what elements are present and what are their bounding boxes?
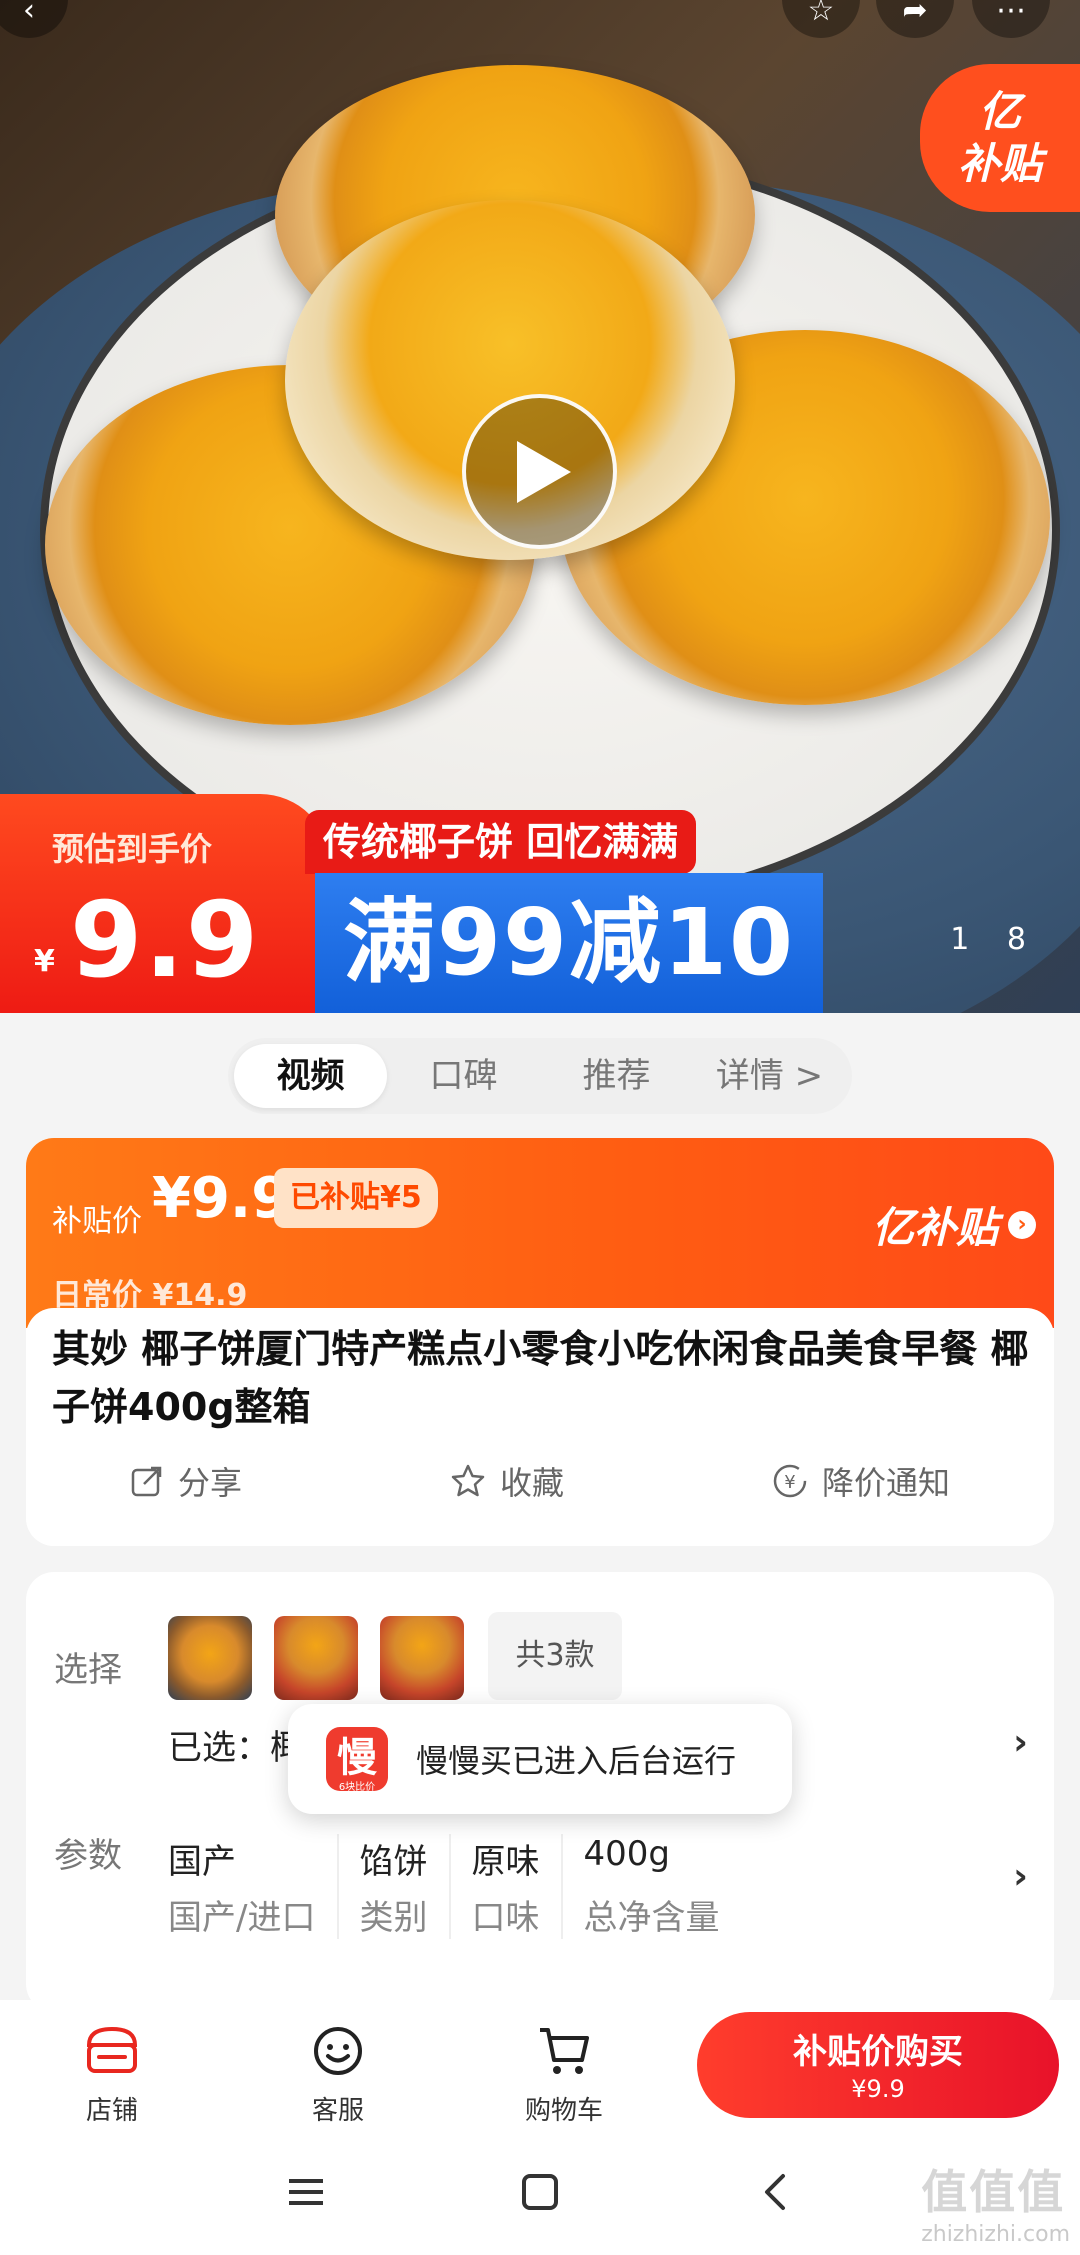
background-run-toast: 慢 6块比价 慢慢买已进入后台运行	[288, 1704, 792, 1814]
cart-button[interactable]: 购物车	[494, 2018, 634, 2127]
estimate-price: 9.9	[70, 879, 261, 1001]
store-label: 店铺	[85, 2096, 138, 2126]
buy-price: ¥9.9	[851, 2075, 905, 2103]
svg-text:¥: ¥	[784, 1472, 795, 1493]
variant-thumb-1[interactable]	[168, 1616, 252, 1700]
service-smile-icon	[314, 2027, 362, 2075]
home-icon[interactable]	[520, 2172, 560, 2212]
product-hero-image[interactable]: ‹ ☆ ➦ ⋯ 亿 补贴 预估到手价 ¥ 9.9 传统椰子饼 回忆满满 满99减…	[0, 0, 1080, 1013]
tab-details[interactable]: 详情 >	[693, 1044, 846, 1108]
star-icon[interactable]: ☆	[782, 0, 860, 38]
param-item: 国产 国产/进口	[168, 1834, 340, 1939]
estimate-currency: ¥	[34, 944, 55, 979]
image-counter: 1 8	[950, 922, 1040, 957]
watermark-mark: 值值值	[921, 2165, 1066, 2219]
param-value: 400g	[583, 1834, 670, 1874]
selected-label: 已选：椰	[168, 1728, 304, 1768]
store-icon	[86, 2026, 138, 2073]
play-video-button[interactable]	[462, 394, 617, 549]
back-icon[interactable]	[756, 2172, 796, 2212]
back-icon[interactable]: ‹	[0, 0, 68, 38]
subsidy-price: ¥9.9	[152, 1166, 291, 1231]
tab-recommend[interactable]: 推荐	[540, 1044, 693, 1108]
subsidy-badge: 亿 补贴	[920, 64, 1080, 212]
app-icon-caption: 6块比价	[338, 1782, 376, 1793]
play-icon	[516, 440, 571, 503]
select-label: 选择	[54, 1650, 122, 1690]
app-icon-char: 慢	[337, 1735, 377, 1781]
param-item: 400g 总净含量	[583, 1834, 741, 1939]
variant-thumb-3[interactable]	[380, 1616, 464, 1700]
share-icon[interactable]: ➦	[876, 0, 954, 38]
tab-video[interactable]: 视频	[234, 1044, 387, 1108]
service-label: 客服	[311, 2096, 364, 2126]
toast-message: 慢慢买已进入后台运行	[416, 1742, 737, 1780]
promo-banner: 满99减10	[315, 873, 823, 1013]
cart-label: 购物车	[524, 2096, 603, 2126]
buy-button[interactable]: 补贴价购买 ¥9.9	[697, 2012, 1059, 2118]
param-key: 国产/进口	[168, 1898, 316, 1938]
param-value: 馅饼	[359, 1842, 428, 1882]
section-tabs: 视频 口碑 推荐 详情 >	[228, 1038, 852, 1114]
chevron-right-icon[interactable]: ›	[1013, 1856, 1028, 1897]
program-logo: 亿补贴	[871, 1203, 998, 1252]
price-alert-icon: ¥	[773, 1464, 807, 1498]
system-navigation-bar: 值值值 zhizhizhi.com	[0, 2150, 1080, 2255]
share-button[interactable]: 分享	[130, 1458, 242, 1504]
chevron-right-icon: ›	[1008, 1210, 1036, 1239]
favorite-label: 收藏	[499, 1464, 564, 1502]
estimated-price-tag: 预估到手价 ¥ 9.9	[0, 794, 330, 1013]
slogan-banner: 传统椰子饼 回忆满满	[305, 810, 697, 874]
product-title: 其妙 椰子饼厦门特产糕点小零食小吃休闲食品美食早餐 椰子饼400g整箱	[52, 1327, 1029, 1429]
param-value: 原味	[471, 1842, 540, 1882]
price-alert-button[interactable]: ¥ 降价通知	[772, 1458, 950, 1504]
price-banner: 补贴价 ¥9.9 已补贴¥5 日常价 ¥14.9 亿补贴 ›	[26, 1138, 1054, 1328]
params-label: 参数	[54, 1836, 122, 1876]
subsidy-program-link[interactable]: 亿补贴 ›	[872, 1194, 1036, 1255]
chevron-right-icon[interactable]: ›	[1013, 1722, 1028, 1763]
buy-label: 补贴价购买	[793, 2032, 963, 2072]
share-icon	[131, 1466, 162, 1497]
badge-line1: 亿	[978, 87, 1021, 136]
customer-service-button[interactable]: 客服	[268, 2018, 408, 2127]
watermark-url: zhizhizhi.com	[921, 2222, 1070, 2247]
app-icon: 慢 6块比价	[326, 1727, 388, 1793]
param-key: 口味	[471, 1898, 540, 1938]
cart-icon	[540, 2028, 589, 2074]
badge-line2: 补贴	[957, 139, 1042, 188]
star-icon	[451, 1464, 485, 1497]
favorite-button[interactable]: 收藏	[450, 1458, 564, 1504]
variant-thumb-2[interactable]	[274, 1616, 358, 1700]
tab-reviews[interactable]: 口碑	[387, 1044, 540, 1108]
subsidy-price-label: 补贴价	[52, 1204, 142, 1239]
variant-count[interactable]: 共3款	[488, 1612, 622, 1700]
params-list[interactable]: 国产 国产/进口 馅饼 类别 原味 口味 400g 总净含量	[168, 1834, 761, 1939]
share-label: 分享	[177, 1464, 242, 1502]
product-info-card: 补贴价 ¥9.9 已补贴¥5 日常价 ¥14.9 亿补贴 › 其妙 椰子饼厦门特…	[26, 1138, 1054, 1546]
param-item: 原味 口味	[471, 1834, 564, 1939]
param-key: 总净含量	[583, 1898, 720, 1938]
action-row: 分享 收藏 ¥ 降价通知	[26, 1458, 1054, 1504]
menu-icon[interactable]	[286, 2172, 326, 2212]
store-button[interactable]: 店铺	[42, 2018, 182, 2127]
subsidized-tag: 已补贴¥5	[274, 1168, 438, 1228]
more-icon[interactable]: ⋯	[972, 0, 1050, 38]
bottom-action-bar: 店铺 客服 购物车 补贴价购买 ¥9.9	[0, 2000, 1080, 2150]
param-item: 馅饼 类别	[359, 1834, 452, 1939]
param-value: 国产	[168, 1842, 236, 1882]
price-alert-label: 降价通知	[821, 1464, 950, 1502]
selected-variant-text[interactable]: 已选：椰 服务	[168, 1720, 708, 1769]
estimate-label: 预估到手价	[52, 830, 213, 868]
watermark: 值值值 zhizhizhi.com	[921, 2156, 1070, 2247]
title-section: 其妙 椰子饼厦门特产糕点小零食小吃休闲食品美食早餐 椰子饼400g整箱 分享 收…	[26, 1308, 1054, 1546]
param-key: 类别	[359, 1898, 428, 1938]
